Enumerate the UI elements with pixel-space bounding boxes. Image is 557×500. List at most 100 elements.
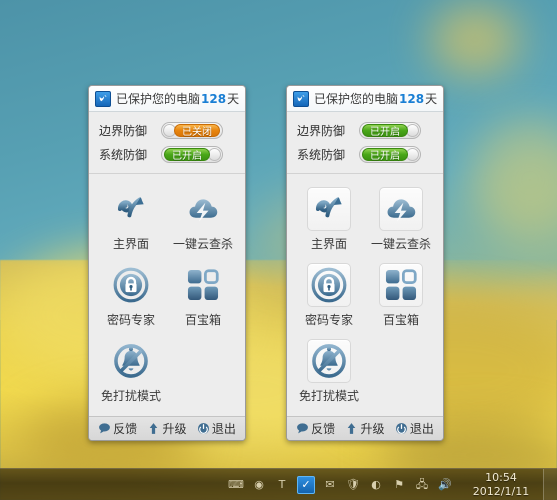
protection-days: 128 (201, 92, 227, 106)
protection-prefix: 已保护您的电脑 (116, 92, 201, 106)
toolbox-grid-icon (181, 263, 225, 307)
feature-tile-label: 密码专家 (304, 313, 353, 327)
footer-power-button[interactable]: 退出 (197, 420, 236, 437)
footer-button-label: 退出 (409, 422, 434, 436)
clock-date: 2012/1/11 (472, 484, 530, 498)
feature-icon-grid: 主界面 一键云查杀 密码专家 百宝箱 免打扰模式 (287, 174, 443, 416)
panel-footer: 反馈 升级 退出 (287, 416, 443, 440)
home-arrow-icon (307, 187, 351, 231)
tray-icon-glyph: 🔊 (438, 478, 452, 491)
tray-keyboard-icon[interactable]: ⌨ (228, 477, 244, 493)
feature-tile[interactable]: 主界面 (293, 184, 365, 260)
feature-tile[interactable]: 一键云查杀 (167, 184, 239, 260)
tray-popup-panel: 已保护您的电脑128天 边界防御 已开启 系统防御 已开启 主界面 一键云查杀 密码专家 (286, 85, 444, 441)
footer-up-arrow-button[interactable]: 升级 (147, 420, 187, 437)
password-lock-icon (307, 263, 351, 307)
system-tray: ⌨ ◉ T ✓ ✉ 🛡 ◐ ⚑ 🖧 🔊 (228, 475, 461, 494)
protection-suffix: 天 (227, 92, 240, 106)
feature-tile[interactable]: 密码专家 (293, 260, 365, 336)
tray-browser-icon[interactable]: ◐ (368, 477, 384, 493)
feature-tile-label: 免打扰模式 (298, 389, 359, 403)
footer-button-label: 退出 (211, 422, 236, 436)
toolbox-grid-icon (379, 263, 423, 307)
panel-header: 已保护您的电脑128天 (89, 86, 245, 112)
feature-tile-label: 免打扰模式 (100, 389, 161, 403)
show-desktop-button[interactable] (543, 469, 557, 500)
feature-tile[interactable]: 免打扰模式 (293, 336, 365, 412)
protection-days: 128 (399, 92, 425, 106)
clock-time: 10:54 (485, 470, 517, 484)
defense-label: 系统防御 (99, 147, 148, 162)
password-lock-icon (109, 263, 153, 307)
defense-label: 边界防御 (99, 123, 148, 138)
tray-icon-glyph: ◉ (254, 478, 264, 491)
defense-row: 边界防御 已开启 (297, 119, 435, 141)
tray-action-center-flag-icon[interactable]: ⚑ (391, 477, 407, 493)
tray-volume-icon[interactable]: 🔊 (437, 477, 453, 493)
feature-tile[interactable]: 百宝箱 (167, 260, 239, 336)
wallpaper-blob (430, 5, 520, 75)
defense-row: 系统防御 已开启 (297, 143, 435, 165)
defense-toggle-on[interactable]: 已开启 (359, 145, 421, 163)
tray-icon-glyph: ✉ (325, 478, 335, 491)
defense-label: 边界防御 (297, 123, 346, 138)
tray-security-app-icon[interactable]: ✓ (297, 475, 315, 494)
tray-mail-icon[interactable]: ✉ (322, 477, 338, 493)
feature-icon-grid: 主界面 一键云查杀 密码专家 百宝箱 免打扰模式 (89, 174, 245, 416)
tray-icon-glyph: 🖧 (415, 478, 429, 491)
feature-tile-label: 百宝箱 (184, 313, 221, 327)
defense-row: 系统防御 已开启 (99, 143, 237, 165)
tray-nvidia-icon[interactable]: ◉ (251, 477, 267, 493)
defense-label: 系统防御 (297, 147, 346, 162)
defense-toggle-off[interactable]: 已关闭 (161, 121, 223, 139)
up-arrow-icon (147, 422, 160, 435)
tray-popup-panel: 已保护您的电脑128天边界防御 已关闭系统防御 已开启 主界面 一键云查杀 密码专家 (88, 85, 246, 441)
power-icon (395, 422, 408, 435)
toggle-state-label: 已关闭 (174, 123, 220, 138)
footer-up-arrow-button[interactable]: 升级 (345, 420, 385, 437)
speech-bubble-icon (98, 422, 111, 435)
defense-toggle-on[interactable]: 已开启 (161, 145, 223, 163)
defense-row: 边界防御 已关闭 (99, 119, 237, 141)
tray-icon-glyph: T (278, 478, 286, 491)
tray-text-tool-icon[interactable]: T (274, 477, 290, 493)
app-shield-icon (293, 90, 309, 107)
tray-network-icon[interactable]: 🖧 (414, 477, 430, 493)
toggle-state-label: 已开启 (362, 123, 408, 138)
tray-icon-glyph: 🛡 (346, 478, 360, 491)
protection-suffix: 天 (425, 92, 438, 106)
footer-button-label: 反馈 (311, 422, 336, 436)
taskbar: ⌨ ◉ T ✓ ✉ 🛡 ◐ ⚑ 🖧 🔊 10:54 2012/1/11 (0, 468, 557, 500)
tray-icon-glyph: ✓ (301, 478, 311, 491)
footer-button-label: 反馈 (113, 422, 138, 436)
defense-toggle-on[interactable]: 已开启 (359, 121, 421, 139)
feature-tile[interactable]: 免打扰模式 (95, 336, 167, 412)
desktop-wallpaper (0, 0, 557, 500)
tray-shield-icon[interactable]: 🛡 (345, 477, 361, 493)
footer-power-button[interactable]: 退出 (395, 420, 434, 437)
taskbar-clock[interactable]: 10:54 2012/1/11 (461, 471, 543, 499)
footer-speech-bubble-button[interactable]: 反馈 (98, 420, 137, 437)
feature-tile-label: 主界面 (310, 237, 347, 251)
home-arrow-icon (109, 187, 153, 231)
feature-tile[interactable]: 一键云查杀 (365, 184, 437, 260)
power-icon (197, 422, 210, 435)
up-arrow-icon (345, 422, 358, 435)
feature-tile[interactable]: 主界面 (95, 184, 167, 260)
tray-icon-glyph: ◐ (371, 478, 381, 491)
feature-tile-label: 密码专家 (106, 313, 155, 327)
feature-tile-label: 主界面 (112, 237, 149, 251)
protection-status-text: 已保护您的电脑128天 (116, 90, 239, 107)
feature-tile[interactable]: 百宝箱 (365, 260, 437, 336)
protection-prefix: 已保护您的电脑 (314, 92, 399, 106)
speech-bubble-icon (296, 422, 309, 435)
cloud-scan-icon (379, 187, 423, 231)
toggle-state-label: 已开启 (362, 147, 408, 162)
feature-tile-label: 一键云查杀 (370, 237, 431, 251)
feature-tile-label: 百宝箱 (382, 313, 419, 327)
app-shield-icon (95, 90, 111, 107)
footer-speech-bubble-button[interactable]: 反馈 (296, 420, 335, 437)
feature-tile[interactable]: 密码专家 (95, 260, 167, 336)
do-not-disturb-icon (307, 339, 351, 383)
defense-settings: 边界防御 已关闭系统防御 已开启 (89, 112, 245, 174)
